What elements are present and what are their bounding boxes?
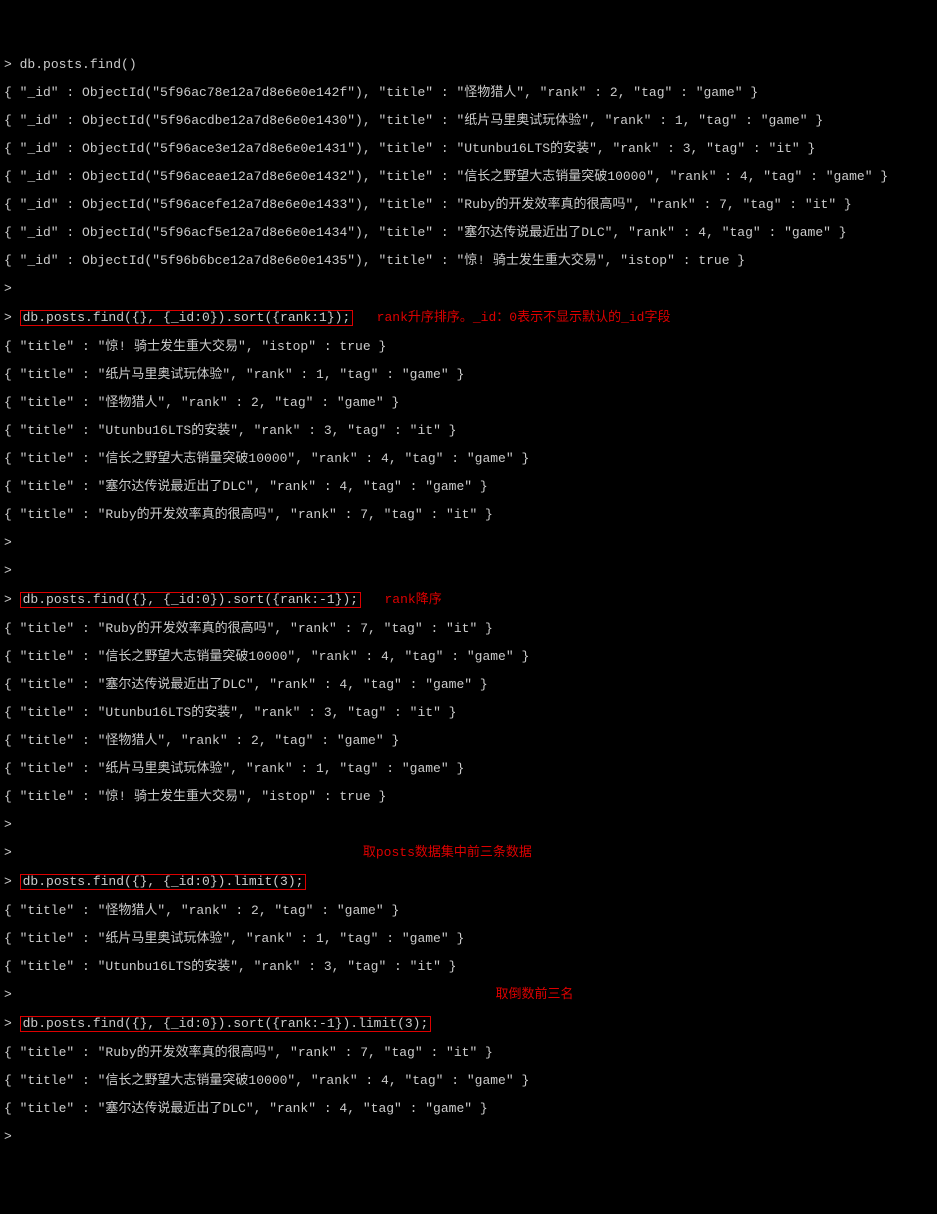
- result-line: { "title" : "Utunbu16LTS的安装", "rank" : 3…: [4, 960, 933, 974]
- annotation-sort-limit: 取倒数前三名: [495, 987, 573, 1002]
- result-line: { "title" : "Utunbu16LTS的安装", "rank" : 3…: [4, 706, 933, 720]
- result-line: { "_id" : ObjectId("5f96acefe12a7d8e6e0e…: [4, 198, 933, 212]
- result-line: { "title" : "怪物猎人", "rank" : 2, "tag" : …: [4, 904, 933, 918]
- result-line: { "title" : "塞尔达传说最近出了DLC", "rank" : 4, …: [4, 480, 933, 494]
- command-sort-desc: db.posts.find({}, {_id:0}).sort({rank:-1…: [23, 592, 358, 607]
- result-line: { "title" : "纸片马里奥试玩体验", "rank" : 1, "ta…: [4, 762, 933, 776]
- result-line: { "title" : "惊! 骑士发生重大交易", "istop" : tru…: [4, 790, 933, 804]
- prompt-empty[interactable]: >: [4, 818, 933, 832]
- command-sort-limit-box: db.posts.find({}, {_id:0}).sort({rank:-1…: [20, 1016, 432, 1032]
- result-line: { "title" : "怪物猎人", "rank" : 2, "tag" : …: [4, 734, 933, 748]
- command-limit-box: db.posts.find({}, {_id:0}).limit(3);: [20, 874, 307, 890]
- prompt-empty[interactable]: >: [4, 1130, 933, 1144]
- result-line: { "title" : "Ruby的开发效率真的很高吗", "rank" : 7…: [4, 622, 933, 636]
- result-line: { "_id" : ObjectId("5f96b6bce12a7d8e6e0e…: [4, 254, 933, 268]
- result-line: { "title" : "Ruby的开发效率真的很高吗", "rank" : 7…: [4, 508, 933, 522]
- command-sort-limit: db.posts.find({}, {_id:0}).sort({rank:-1…: [23, 1016, 429, 1031]
- command-sort-desc-box: db.posts.find({}, {_id:0}).sort({rank:-1…: [20, 592, 361, 608]
- prompt-empty[interactable]: >: [4, 536, 933, 550]
- result-line: { "title" : "Utunbu16LTS的安装", "rank" : 3…: [4, 424, 933, 438]
- prompt-line[interactable]: > db.posts.find({}, {_id:0}).sort({rank:…: [4, 592, 933, 608]
- result-line: { "_id" : ObjectId("5f96ac78e12a7d8e6e0e…: [4, 86, 933, 100]
- result-line: { "_id" : ObjectId("5f96acdbe12a7d8e6e0e…: [4, 114, 933, 128]
- result-line: { "title" : "信长之野望大志销量突破10000", "rank" :…: [4, 452, 933, 466]
- result-line: { "title" : "Ruby的开发效率真的很高吗", "rank" : 7…: [4, 1046, 933, 1060]
- prompt-line[interactable]: > db.posts.find({}, {_id:0}).sort({rank:…: [4, 1016, 933, 1032]
- command-sort-asc-box: db.posts.find({}, {_id:0}).sort({rank:1}…: [20, 310, 354, 326]
- annotation-limit: 取posts数据集中前三条数据: [363, 845, 532, 860]
- prompt-empty[interactable]: >: [4, 282, 933, 296]
- result-line: { "title" : "纸片马里奥试玩体验", "rank" : 1, "ta…: [4, 368, 933, 382]
- result-line: { "title" : "惊! 骑士发生重大交易", "istop" : tru…: [4, 340, 933, 354]
- prompt-line[interactable]: > db.posts.find({}, {_id:0}).limit(3);: [4, 874, 933, 890]
- annotation-sort-asc: rank升序排序。_id：0表示不显示默认的_id字段: [377, 310, 671, 325]
- command-sort-asc: db.posts.find({}, {_id:0}).sort({rank:1}…: [23, 310, 351, 325]
- prompt-line[interactable]: > db.posts.find({}, {_id:0}).sort({rank:…: [4, 310, 933, 326]
- command-limit: db.posts.find({}, {_id:0}).limit(3);: [23, 874, 304, 889]
- annotation-sort-desc: rank降序: [384, 592, 441, 607]
- result-line: { "title" : "塞尔达传说最近出了DLC", "rank" : 4, …: [4, 678, 933, 692]
- result-line: { "_id" : ObjectId("5f96aceae12a7d8e6e0e…: [4, 170, 933, 184]
- prompt-empty[interactable]: > 取倒数前三名: [4, 988, 933, 1002]
- result-line: { "_id" : ObjectId("5f96ace3e12a7d8e6e0e…: [4, 142, 933, 156]
- result-line: { "title" : "怪物猎人", "rank" : 2, "tag" : …: [4, 396, 933, 410]
- result-line: { "title" : "信长之野望大志销量突破10000", "rank" :…: [4, 650, 933, 664]
- result-line: { "title" : "信长之野望大志销量突破10000", "rank" :…: [4, 1074, 933, 1088]
- result-line: { "title" : "塞尔达传说最近出了DLC", "rank" : 4, …: [4, 1102, 933, 1116]
- prompt-empty[interactable]: > 取posts数据集中前三条数据: [4, 846, 933, 860]
- command-find-all: db.posts.find(): [20, 57, 137, 72]
- result-line: { "_id" : ObjectId("5f96acf5e12a7d8e6e0e…: [4, 226, 933, 240]
- prompt-empty[interactable]: >: [4, 564, 933, 578]
- result-line: { "title" : "纸片马里奥试玩体验", "rank" : 1, "ta…: [4, 932, 933, 946]
- prompt-line[interactable]: > db.posts.find(): [4, 58, 933, 72]
